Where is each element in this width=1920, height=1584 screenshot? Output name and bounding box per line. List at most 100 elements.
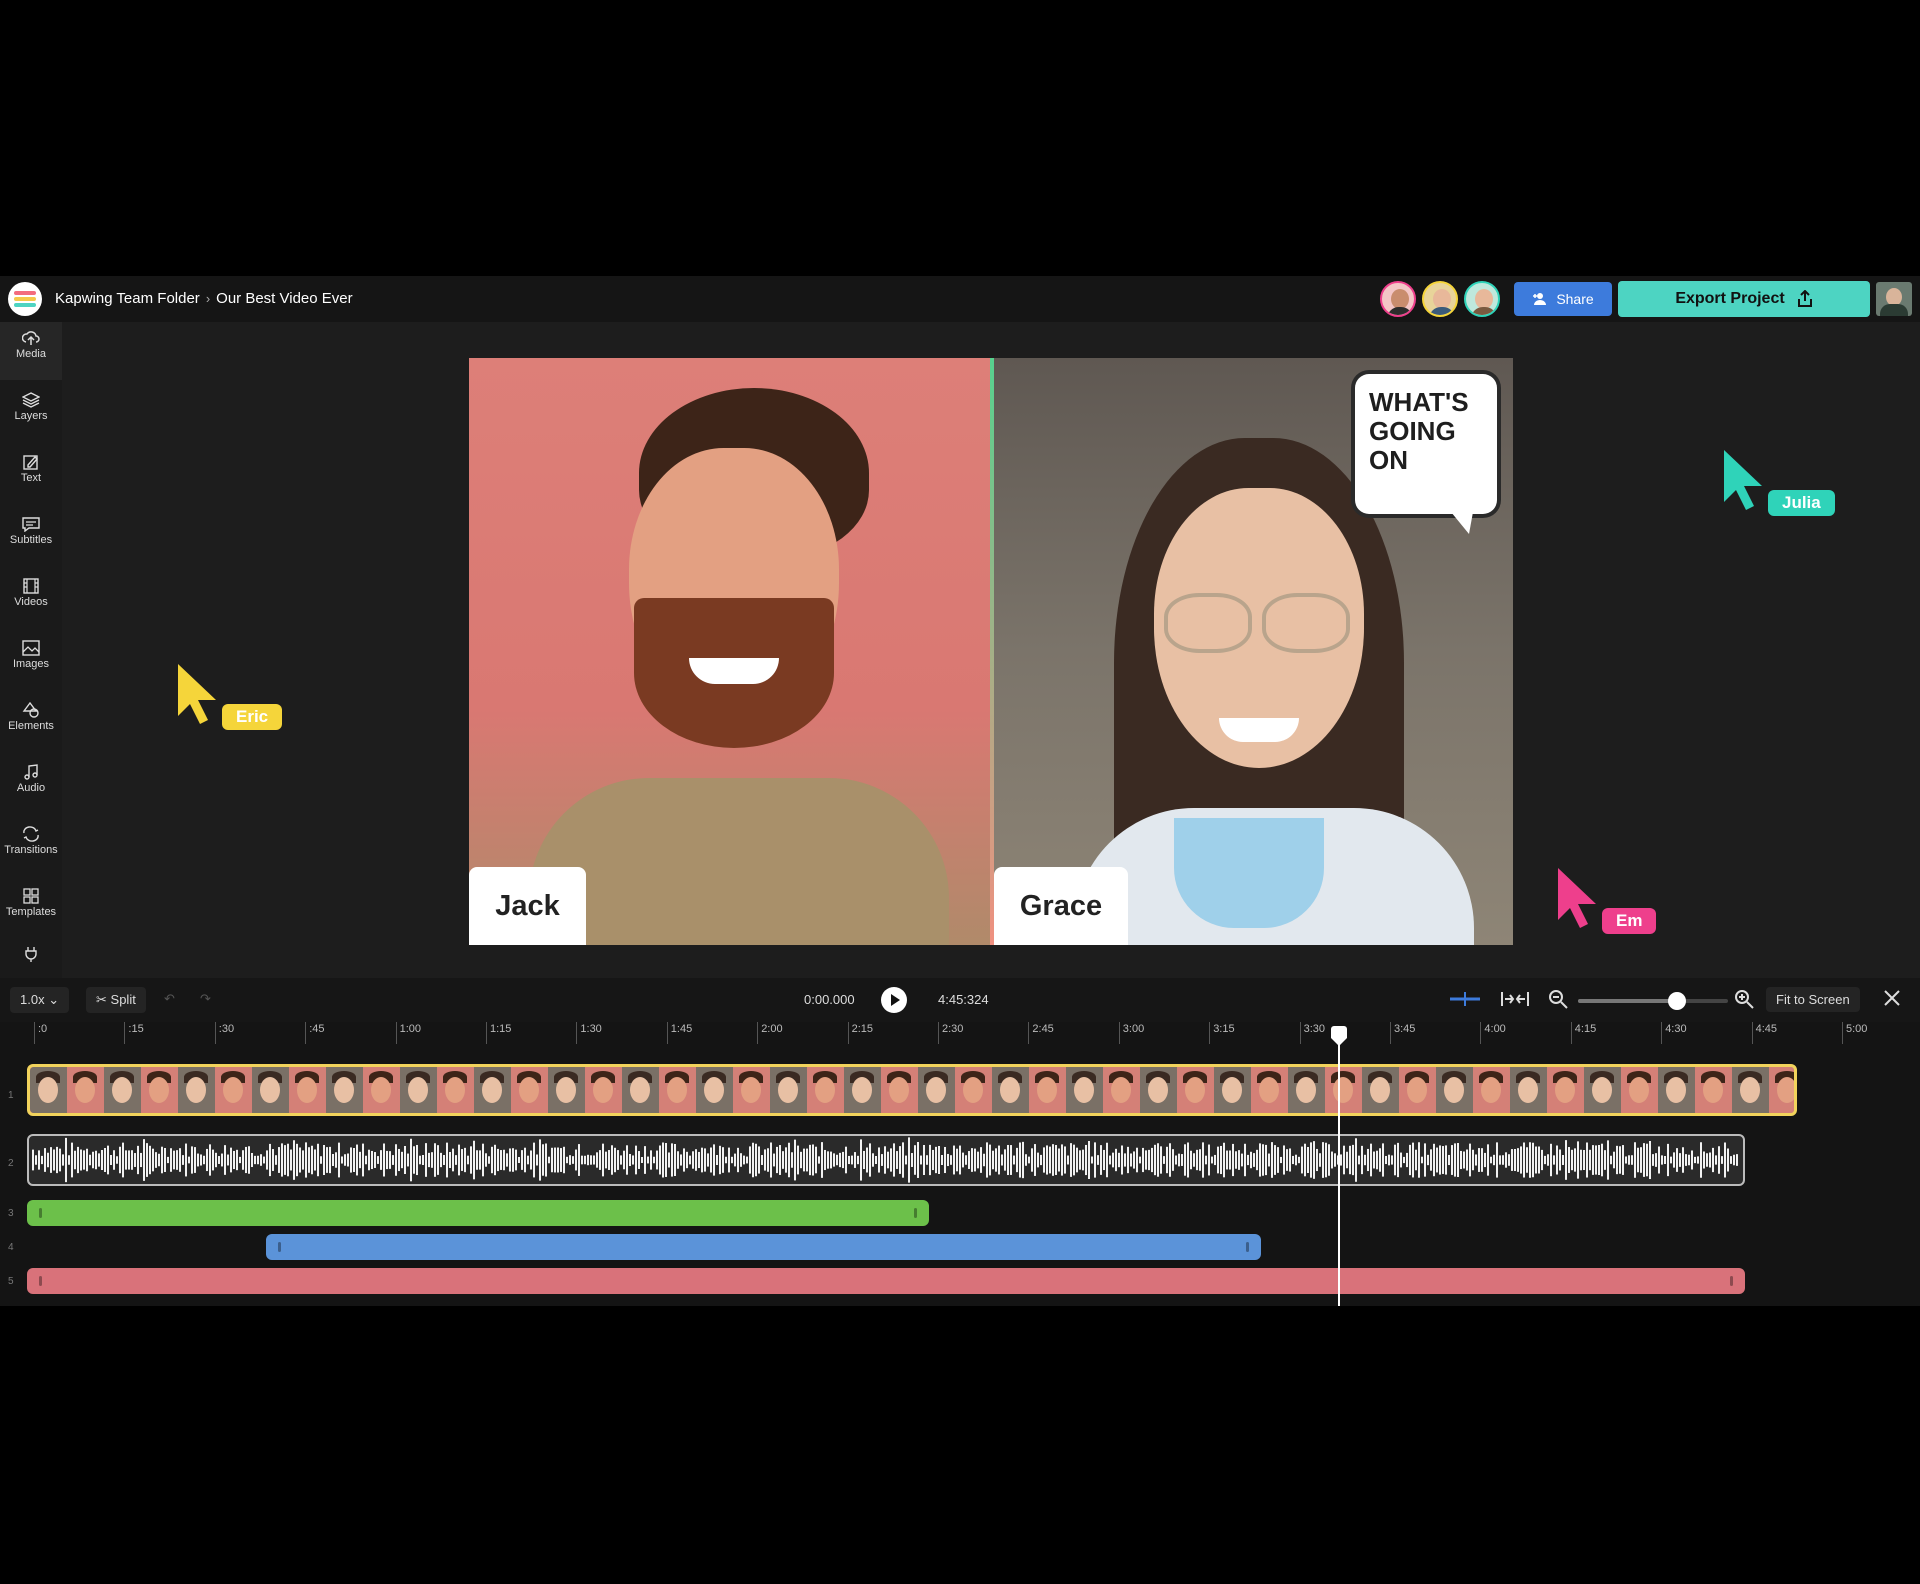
export-project-button[interactable]: Export Project [1618, 281, 1870, 317]
fit-tracks-button[interactable] [1500, 990, 1530, 1008]
user-avatar[interactable] [1876, 282, 1912, 316]
ruler-tick: 3:45 [1390, 1022, 1415, 1044]
zoom-in-button[interactable] [1734, 989, 1754, 1009]
sidebar-item-plugins[interactable] [0, 938, 62, 968]
zoom-in-icon [1735, 990, 1754, 1009]
sidebar-item-subtitles[interactable]: Subtitles [0, 508, 62, 566]
sidebar-item-label: Media [16, 348, 46, 360]
video-thumbnail [1251, 1067, 1288, 1113]
bubble-line: ON [1369, 445, 1408, 475]
cursor-label: Em [1602, 908, 1657, 934]
sidebar-item-elements[interactable]: Elements [0, 694, 62, 752]
ruler-tick: 2:45 [1028, 1022, 1054, 1044]
video-thumbnail [1769, 1067, 1794, 1113]
video-thumbnail [1584, 1067, 1621, 1113]
magnet-snap-icon [1450, 992, 1480, 1006]
zoom-slider[interactable] [1578, 992, 1728, 1010]
sidebar-item-images[interactable]: Images [0, 632, 62, 690]
video-thumbnail [955, 1067, 992, 1113]
scissors-icon: ✂ [96, 992, 107, 1007]
redo-button[interactable]: ↷ [200, 991, 211, 1007]
ruler-tick: 4:30 [1661, 1022, 1687, 1044]
sidebar-item-label: Layers [14, 410, 48, 422]
clip-handle-right[interactable] [914, 1208, 917, 1218]
avatar[interactable] [1422, 281, 1458, 317]
video-thumbnail [1658, 1067, 1695, 1113]
transition-icon [23, 826, 39, 842]
zoom-slider-handle[interactable] [1668, 992, 1686, 1010]
avatar[interactable] [1464, 281, 1500, 317]
close-timeline-button[interactable] [1882, 988, 1902, 1008]
clip-handle-left[interactable] [39, 1276, 42, 1286]
ruler-tick: 4:15 [1570, 1022, 1596, 1044]
name-tag-jack[interactable]: Jack [469, 867, 586, 945]
ruler-tick: :0 [34, 1022, 47, 1044]
sidebar-item-layers[interactable]: Layers [0, 384, 62, 442]
close-icon [1884, 990, 1900, 1006]
film-icon [23, 578, 39, 594]
ruler-tick: 1:30 [576, 1022, 602, 1044]
play-button[interactable] [880, 986, 908, 1014]
kapwing-logo[interactable] [8, 282, 42, 316]
zoom-out-button[interactable] [1548, 989, 1568, 1009]
export-icon [1797, 290, 1812, 307]
ruler-tick: :15 [124, 1022, 144, 1044]
video-thumbnail [67, 1067, 104, 1113]
sidebar-item-videos[interactable]: Videos [0, 570, 62, 628]
undo-button[interactable]: ↶ [164, 991, 175, 1007]
video-thumbnail [918, 1067, 955, 1113]
grid-icon [23, 888, 39, 904]
collaborator-avatars [1380, 281, 1500, 317]
split-label: Split [110, 992, 136, 1007]
clip-handle-left[interactable] [39, 1208, 42, 1218]
zoom-slider-fill [1578, 999, 1677, 1003]
speed-select[interactable]: 1.0x ⌄ [10, 987, 70, 1013]
avatar[interactable] [1380, 281, 1416, 317]
snap-toggle[interactable] [1450, 992, 1480, 1006]
overlay-clip-green[interactable] [27, 1200, 929, 1226]
ruler-tick: 4:45 [1751, 1022, 1777, 1044]
sidebar-item-templates[interactable]: Templates [0, 880, 62, 938]
video-thumbnail [1325, 1067, 1362, 1113]
breadcrumb-folder[interactable]: Kapwing Team Folder [55, 290, 200, 307]
cursor-julia: Julia [1722, 448, 1835, 516]
timeline-ruler[interactable]: :0:15:30:45 1:00 1:15 1:30 1:45 2:00 2:15 2:30 2… [0, 1022, 1920, 1044]
video-thumbnail [733, 1067, 770, 1113]
export-label: Export Project [1675, 290, 1785, 307]
ruler-tick: 3:00 [1118, 1022, 1144, 1044]
share-label: Share [1556, 291, 1594, 307]
bubble-line: GOING [1369, 416, 1456, 446]
music-note-icon [24, 764, 38, 780]
split-button[interactable]: ✂ Split [86, 987, 146, 1013]
sidebar-item-text[interactable]: Text [0, 446, 62, 504]
overlay-clip-blue[interactable] [266, 1234, 1261, 1260]
ruler-tick: 5:00 [1842, 1022, 1867, 1044]
clip-handle-left[interactable] [278, 1242, 281, 1252]
sidebar-item-audio[interactable]: Audio [0, 756, 62, 814]
sidebar-item-label: Subtitles [9, 534, 53, 546]
video-thumbnail [326, 1067, 363, 1113]
cursor-em: Em [1556, 866, 1657, 934]
video-pane-left [469, 358, 990, 945]
video-thumbnail [1436, 1067, 1473, 1113]
ruler-tick: 3:30 [1299, 1022, 1325, 1044]
video-preview[interactable]: Jack Grace WHAT'S GOING ON [469, 358, 1513, 945]
clip-handle-right[interactable] [1246, 1242, 1249, 1252]
overlay-clip-red[interactable] [27, 1268, 1745, 1294]
video-thumbnail [141, 1067, 178, 1113]
project-title[interactable]: Our Best Video Ever [216, 290, 352, 307]
redo-icon: ↷ [200, 991, 211, 1006]
sidebar-item-media[interactable]: Media [0, 322, 62, 380]
clip-handle-right[interactable] [1730, 1276, 1733, 1286]
fit-to-screen-button[interactable]: Fit to Screen [1766, 987, 1860, 1012]
ruler-tick: 1:45 [666, 1022, 692, 1044]
video-thumbnail [30, 1067, 67, 1113]
speech-bubble[interactable]: WHAT'S GOING ON [1355, 374, 1497, 534]
ruler-tick: 2:00 [757, 1022, 783, 1044]
share-button[interactable]: Share [1514, 282, 1612, 316]
video-track-clip[interactable] [27, 1064, 1797, 1116]
name-tag-grace[interactable]: Grace [994, 867, 1128, 945]
playhead[interactable] [1331, 1026, 1347, 1306]
audio-track-clip[interactable] [27, 1134, 1745, 1186]
sidebar-item-transitions[interactable]: Transitions [0, 818, 62, 876]
